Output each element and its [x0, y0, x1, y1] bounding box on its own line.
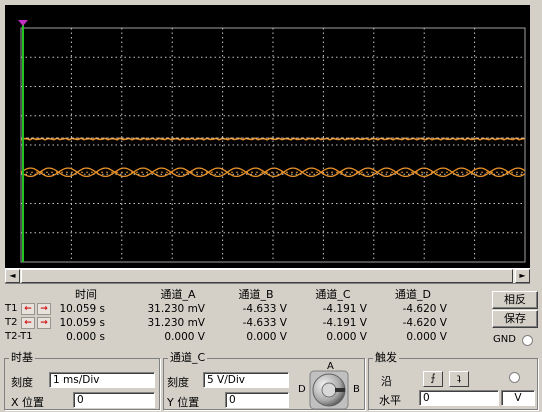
- falling-edge-icon[interactable]: ʇ: [449, 371, 469, 387]
- trigger-edge-label: 沿: [381, 375, 392, 388]
- readout-header-row: 时间 通道_A 通道_B 通道_C 通道_D: [5, 288, 489, 302]
- trigger-group: 触发 沿 ⨍ ʇ 水平 0 V: [368, 352, 538, 410]
- knob-label-b: B: [353, 384, 360, 395]
- diff-time: 0.000 s: [66, 331, 105, 343]
- t1-right-arrow-icon[interactable]: →: [37, 303, 51, 315]
- readout-row-t1: T1 ← → 10.059 s 31.230 mV -4.633 V -4.19…: [5, 302, 489, 316]
- t2-channel-b: -4.633 V: [242, 317, 287, 329]
- trigger-radio[interactable]: [509, 372, 520, 383]
- t1-channel-a: 31.230 mV: [147, 303, 206, 315]
- readout-row-diff: T2-T1 0.000 s 0.000 V 0.000 V 0.000 V 0.…: [5, 330, 489, 344]
- t2-channel-c: -4.191 V: [322, 317, 367, 329]
- readout-row-t2: T2 ← → 10.059 s 31.230 mV -4.633 V -4.19…: [5, 316, 489, 330]
- channel-selector-knob-icon[interactable]: [309, 370, 349, 410]
- gnd-radio[interactable]: [522, 335, 533, 346]
- timebase-scale-label: 刻度: [11, 376, 33, 389]
- t1-channel-b: -4.633 V: [242, 303, 287, 315]
- header-time: 时间: [75, 288, 97, 301]
- trigger-level-label: 水平: [379, 394, 401, 407]
- gnd-label: GND: [493, 334, 516, 345]
- row-label: T1: [5, 303, 18, 314]
- header-channel-a: 通道_A: [160, 288, 196, 301]
- header-channel-b: 通道_B: [238, 288, 274, 301]
- scroll-right-button[interactable]: ►: [515, 269, 530, 283]
- scope-display-svg: [18, 20, 526, 263]
- cursor-t1-marker-icon: [18, 20, 28, 26]
- timebase-title: 时基: [9, 351, 35, 364]
- y-position-label: Y 位置: [167, 396, 200, 409]
- trigger-level-field[interactable]: 0: [419, 390, 499, 406]
- channel-scale-field[interactable]: 5 V/Div: [203, 372, 289, 388]
- measurement-readout: 时间 通道_A 通道_B 通道_C 通道_D T1 ← → 10.059 s 3…: [5, 288, 489, 348]
- scroll-thumb[interactable]: [21, 269, 513, 283]
- t2-cursor-arrows: ← →: [21, 317, 53, 329]
- t2-channel-a: 31.230 mV: [147, 317, 206, 329]
- timebase-scale-field[interactable]: 1 ms/Div: [49, 372, 155, 388]
- x-position-field[interactable]: 0: [73, 392, 155, 408]
- t1-channel-c: -4.191 V: [322, 303, 367, 315]
- oscilloscope-window: ◄ ► 时间 通道_A 通道_B 通道_C 通道_D T1 ← → 10.059…: [0, 0, 542, 412]
- trigger-level-unit[interactable]: V: [501, 390, 535, 406]
- t1-channel-d: -4.620 V: [402, 303, 447, 315]
- row-label: T2-T1: [5, 331, 33, 342]
- x-position-label: X 位置: [11, 396, 45, 409]
- t2-left-arrow-icon[interactable]: ←: [21, 317, 35, 329]
- t2-channel-d: -4.620 V: [402, 317, 447, 329]
- t1-left-arrow-icon[interactable]: ←: [21, 303, 35, 315]
- t2-time: 10.059 s: [59, 317, 105, 329]
- channel-title: 通道_C: [168, 351, 208, 364]
- diff-channel-d: 0.000 V: [406, 331, 447, 343]
- row-label: T2: [5, 317, 18, 328]
- timebase-group: 时基 刻度 1 ms/Div X 位置 0: [4, 352, 160, 410]
- channel-scale-label: 刻度: [167, 376, 189, 389]
- scroll-left-button[interactable]: ◄: [5, 269, 20, 283]
- reverse-button[interactable]: 相反: [492, 291, 538, 309]
- rising-edge-icon[interactable]: ⨍: [423, 371, 443, 387]
- scope-screen[interactable]: [5, 5, 530, 268]
- header-channel-c: 通道_C: [315, 288, 351, 301]
- trace-flat-orange: [20, 137, 526, 141]
- knob-label-d: D: [298, 384, 306, 395]
- t1-time: 10.059 s: [59, 303, 105, 315]
- diff-channel-b: 0.000 V: [246, 331, 287, 343]
- header-channel-d: 通道_D: [395, 288, 431, 301]
- diff-channel-a: 0.000 V: [164, 331, 205, 343]
- y-position-field[interactable]: 0: [225, 392, 289, 408]
- t1-cursor-arrows: ← →: [21, 303, 53, 315]
- save-button[interactable]: 保存: [492, 310, 538, 328]
- diff-channel-c: 0.000 V: [326, 331, 367, 343]
- channel-group: 通道_C 刻度 5 V/Div Y 位置 0 A D B C: [163, 352, 365, 410]
- trigger-title: 触发: [373, 351, 399, 364]
- t2-right-arrow-icon[interactable]: →: [37, 317, 51, 329]
- horizontal-scrollbar[interactable]: ◄ ►: [5, 268, 530, 284]
